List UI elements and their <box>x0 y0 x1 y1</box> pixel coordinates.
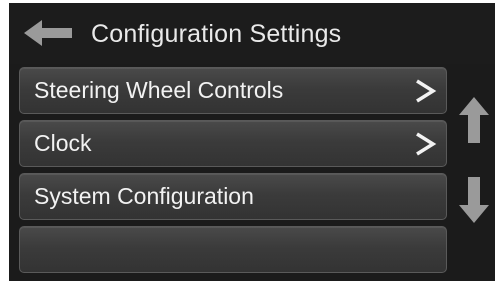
menu-item-label: Clock <box>34 130 92 156</box>
page-title: Configuration Settings <box>91 20 342 48</box>
menu-item-system-configuration[interactable]: System Configuration <box>19 173 447 220</box>
back-arrow-icon <box>24 20 72 46</box>
menu-item-label: Steering Wheel Controls <box>34 77 284 103</box>
chevron-right-icon <box>416 79 437 103</box>
header-bar: Configuration Settings <box>9 3 495 64</box>
menu-item-steering-wheel-controls[interactable]: Steering Wheel Controls <box>19 67 447 114</box>
menu-item-clock[interactable]: Clock <box>19 120 447 167</box>
menu-item-label: System Configuration <box>34 183 254 209</box>
arrow-up-icon[interactable] <box>457 95 491 145</box>
chevron-right-icon <box>416 132 437 156</box>
arrow-down-icon[interactable] <box>457 175 491 225</box>
screen: Configuration Settings Steering Wheel Co… <box>9 3 495 281</box>
back-button[interactable] <box>19 17 77 49</box>
menu-item-empty[interactable] <box>19 226 447 273</box>
